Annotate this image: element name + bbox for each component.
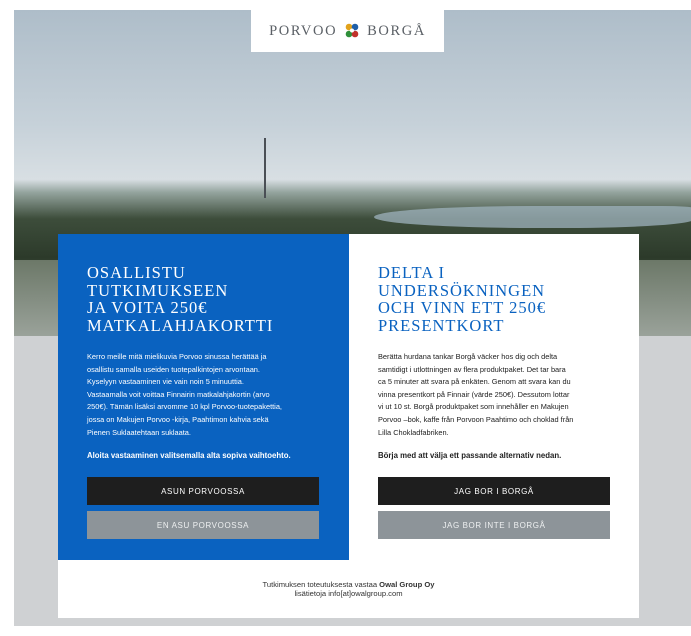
swedish-call-to-action: Börja med att välja ett passande alterna… bbox=[378, 451, 562, 461]
radio-mast bbox=[264, 138, 266, 198]
footer-responsible-line: Tutkimuksen toteutuksesta vastaa Owal Gr… bbox=[263, 580, 435, 590]
footer-contact-email[interactable]: lisätietoja info[at]owalgroup.com bbox=[294, 589, 402, 599]
finnish-panel: OSALLISTU TUTKIMUKSEEN JA VOITA 250€ MAT… bbox=[58, 234, 349, 560]
finnish-description-line: 250€). Tämän lisäksi arvomme 10 kpl Porv… bbox=[87, 402, 282, 412]
finnish-description-line: osallistu samalla useiden tuotepalkintoj… bbox=[87, 364, 260, 374]
site-logo[interactable]: PORVOO BORGÅ bbox=[251, 10, 444, 52]
finnish-description-line: Pienen Suklaatehtaan suklaata. bbox=[87, 427, 191, 437]
logo-text-porvoo: PORVOO bbox=[269, 22, 338, 39]
finnish-heading: OSALLISTU TUTKIMUKSEEN JA VOITA 250€ MAT… bbox=[87, 264, 320, 334]
swedish-heading-line: DELTA I UNDERSÖKNINGEN bbox=[378, 263, 546, 300]
swedish-description-line: ca 5 minuter att svara på enkäten. Genom… bbox=[378, 377, 571, 387]
swedish-description: Berätta hurdana tankar Borgå väcker hos … bbox=[378, 351, 610, 439]
footer-company-name: Owal Group Oy bbox=[379, 579, 435, 589]
swedish-heading-line: PRESENTKORT bbox=[378, 315, 505, 335]
swedish-panel: DELTA I UNDERSÖKNINGEN OCH VINN ETT 250€… bbox=[349, 234, 639, 560]
swedish-description-line: Lilla Chokladfabriken. bbox=[378, 427, 449, 437]
asun-porvoossa-button[interactable]: ASUN PORVOOSSA bbox=[87, 477, 319, 506]
jag-bor-i-borga-button[interactable]: JAG BOR I BORGÅ bbox=[378, 477, 610, 506]
jag-bor-inte-i-borga-button[interactable]: JAG BOR INTE I BORGÅ bbox=[378, 511, 610, 540]
swedish-description-line: vi ut 10 st. Borgå produktpaket som inne… bbox=[378, 402, 569, 412]
swedish-description-line: Berätta hurdana tankar Borgå väcker hos … bbox=[378, 352, 558, 361]
swedish-description-line: samtidigt i utlottningen av flera produk… bbox=[378, 364, 566, 374]
finnish-description: Kerro meille mitä mielikuvia Porvoo sinu… bbox=[87, 351, 320, 439]
logo-text-borga: BORGÅ bbox=[367, 22, 426, 39]
finnish-heading-line: JA VOITA 250€ bbox=[87, 298, 208, 317]
swedish-heading-line: OCH VINN ETT 250€ bbox=[378, 298, 547, 317]
en-asu-porvoossa-button[interactable]: EN ASU PORVOOSSA bbox=[87, 511, 319, 540]
survey-card: OSALLISTU TUTKIMUKSEEN JA VOITA 250€ MAT… bbox=[58, 234, 639, 618]
footer: Tutkimuksen toteutuksesta vastaa Owal Gr… bbox=[58, 560, 639, 618]
finnish-description-line: Vastaamalla voit voittaa Finnairin matka… bbox=[87, 389, 270, 399]
swedish-heading: DELTA I UNDERSÖKNINGEN OCH VINN ETT 250€… bbox=[378, 264, 610, 334]
porvoo-flower-logo-icon bbox=[345, 23, 359, 38]
finnish-call-to-action: Aloita vastaaminen valitsemalla alta sop… bbox=[87, 451, 291, 461]
lake bbox=[374, 206, 691, 228]
swedish-description-line: Porvoo –bok, kaffe från Porvoon Paahtimo… bbox=[378, 414, 574, 424]
finnish-description-line: Kyselyyn vastaaminen vie vain noin 5 min… bbox=[87, 377, 244, 387]
footer-responsible-text: Tutkimuksen toteutuksesta vastaa bbox=[262, 579, 380, 589]
finnish-description-line: Kerro meille mitä mielikuvia Porvoo sinu… bbox=[87, 352, 267, 361]
finnish-heading-line: OSALLISTU TUTKIMUKSEEN bbox=[87, 263, 229, 300]
finnish-heading-line: MATKALAHJAKORTTI bbox=[87, 315, 274, 335]
finnish-description-line: jossa on Makujen Porvoo -kirja, Paahtimo… bbox=[87, 414, 269, 424]
swedish-description-line: vinna presentkort på Finnair (värde 250€… bbox=[378, 389, 570, 399]
